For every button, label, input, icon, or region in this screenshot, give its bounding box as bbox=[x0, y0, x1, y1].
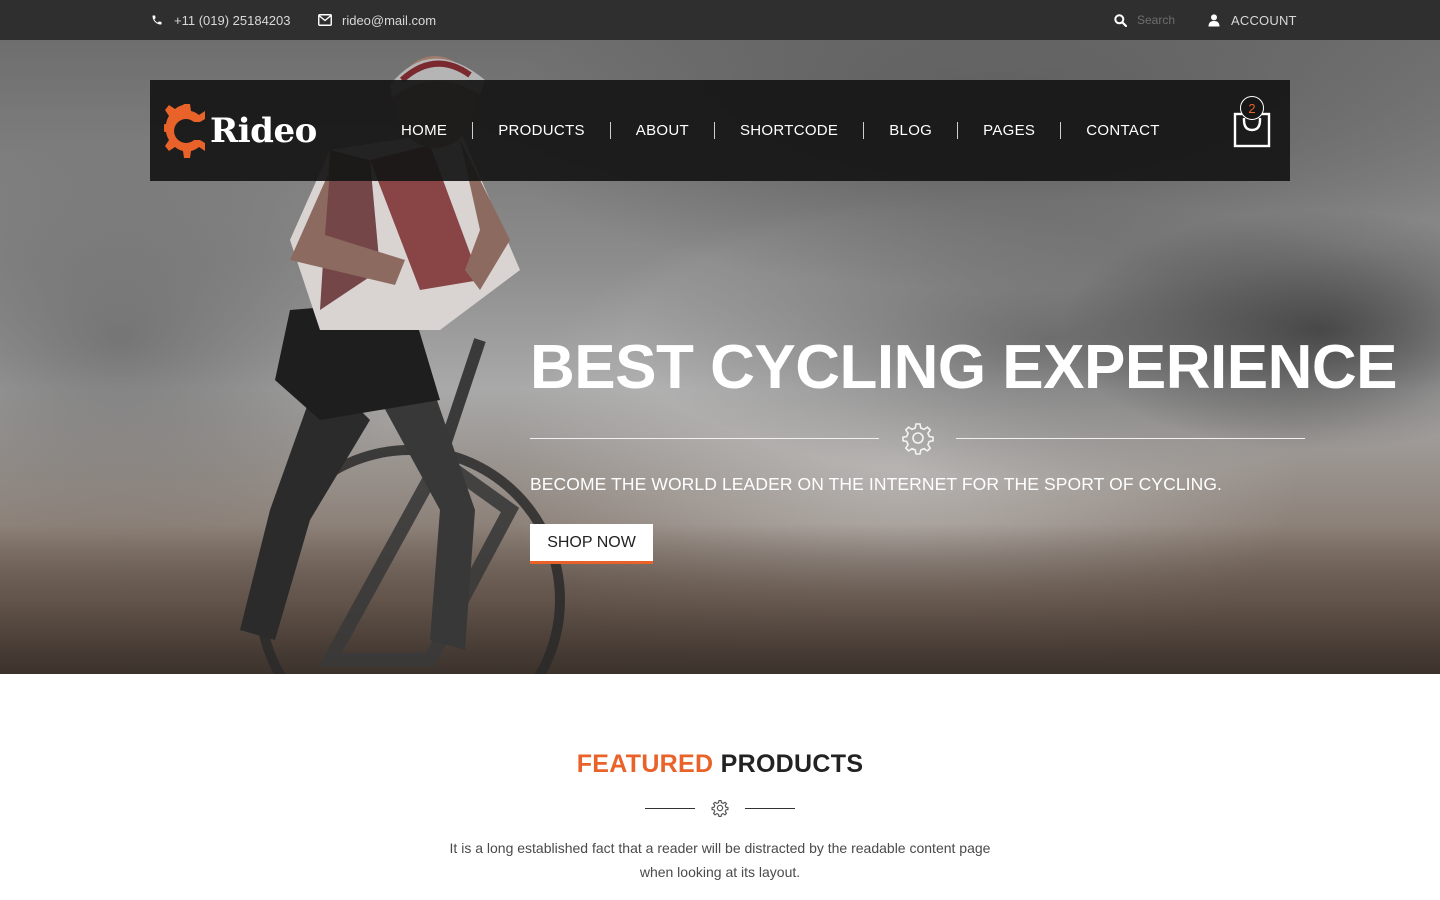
featured-title: FEATURED PRODUCTS bbox=[0, 750, 1440, 779]
featured-title-rest: PRODUCTS bbox=[720, 750, 864, 778]
gear-logo-icon bbox=[164, 104, 205, 158]
logo[interactable]: Rideo bbox=[164, 100, 317, 162]
nav-blog[interactable]: BLOG bbox=[863, 122, 957, 139]
nav-home[interactable]: HOME bbox=[376, 122, 472, 139]
account-link[interactable]: ACCOUNT bbox=[1207, 0, 1297, 40]
featured-divider-line-right bbox=[745, 808, 795, 809]
nav-shortcode[interactable]: SHORTCODE bbox=[713, 122, 863, 139]
hero-title: BEST CYCLING EXPERIENCE bbox=[530, 333, 1397, 402]
nav-contact[interactable]: CONTACT bbox=[1060, 122, 1184, 139]
divider-line-left bbox=[530, 438, 879, 439]
logo-text: Rideo bbox=[210, 111, 317, 151]
divider-line-right bbox=[956, 438, 1305, 439]
main-header: Rideo HOME PRODUCTS ABOUT SHORTCODE BLOG… bbox=[150, 80, 1290, 181]
email-address: rideo@mail.com bbox=[342, 12, 437, 28]
account-label: ACCOUNT bbox=[1231, 12, 1297, 28]
gear-icon bbox=[902, 423, 934, 455]
shop-now-button[interactable]: SHOP NOW bbox=[530, 524, 653, 564]
hero-subtitle: BECOME THE WORLD LEADER ON THE INTERNET … bbox=[530, 474, 1223, 494]
featured-divider bbox=[645, 798, 795, 818]
featured-divider-line-left bbox=[645, 808, 695, 809]
hero-divider bbox=[530, 421, 1305, 455]
search-icon[interactable] bbox=[1113, 13, 1127, 27]
featured-description: It is a long established fact that a rea… bbox=[420, 836, 1020, 884]
cart-button[interactable]: 2 bbox=[1232, 96, 1272, 148]
search-box bbox=[1113, 0, 1197, 40]
email-contact[interactable]: rideo@mail.com bbox=[318, 0, 436, 40]
featured-title-accent: FEATURED bbox=[576, 750, 714, 778]
nav-about[interactable]: ABOUT bbox=[609, 122, 714, 139]
top-bar: +11 (019) 25184203 rideo@mail.com ACCOUN… bbox=[0, 0, 1440, 40]
user-icon bbox=[1207, 13, 1221, 27]
nav-pages[interactable]: PAGES bbox=[957, 122, 1060, 139]
nav-products[interactable]: PRODUCTS bbox=[472, 122, 610, 139]
phone-icon bbox=[150, 13, 164, 27]
featured-description-line-2: when looking at its layout. bbox=[639, 864, 801, 880]
phone-contact[interactable]: +11 (019) 25184203 bbox=[150, 0, 291, 40]
main-nav: HOME PRODUCTS ABOUT SHORTCODE BLOG PAGES… bbox=[376, 80, 1185, 181]
search-input[interactable] bbox=[1137, 13, 1197, 27]
featured-description-line-1: It is a long established fact that a rea… bbox=[449, 840, 991, 856]
small-gear-icon bbox=[711, 800, 729, 817]
cart-count-badge: 2 bbox=[1240, 96, 1264, 120]
envelope-icon bbox=[318, 13, 332, 27]
phone-number: +11 (019) 25184203 bbox=[174, 12, 291, 28]
